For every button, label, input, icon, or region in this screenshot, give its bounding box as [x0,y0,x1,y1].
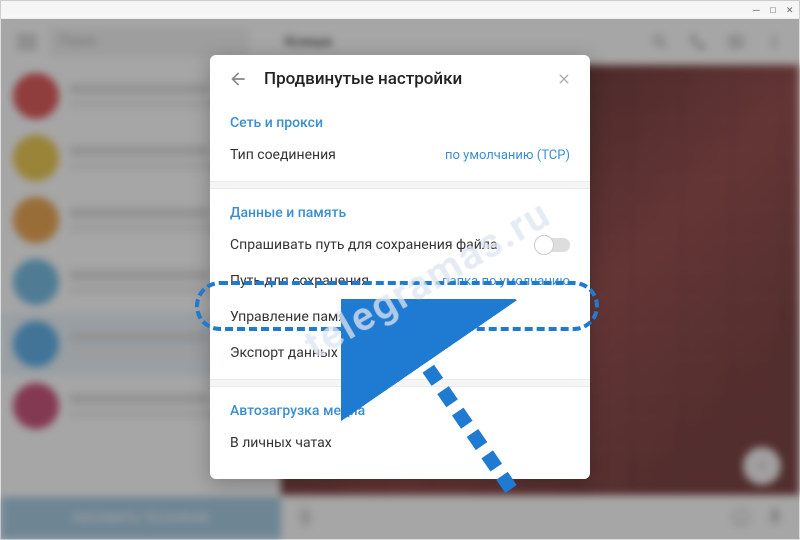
save-path-value: папка по умолчанию [442,274,570,289]
private-chats-label: В личных чатах [230,435,570,451]
ask-path-label: Спрашивать путь для сохранения файла [230,237,536,253]
window-close-button[interactable]: ✕ [786,3,793,16]
save-path-label: Путь для сохранения [230,273,442,289]
app-window: — ☐ ✕ Поиск Ксюша [0,0,800,540]
window-titlebar: — ☐ ✕ [1,1,799,19]
export-label: Экспорт данных из Telegram [230,345,570,361]
section-autoload-header: Автозагрузка медиа [210,395,590,425]
modal-overlay: Продвинутые настройки Сеть и прокси Тип … [1,19,799,539]
window-maximize-button[interactable]: ☐ [770,3,777,16]
connection-type-label: Тип соединения [230,147,445,163]
close-icon[interactable] [556,71,572,87]
ask-path-row[interactable]: Спрашивать путь для сохранения файла [210,227,590,263]
memory-mgmt-row[interactable]: Управление памятью устройства [210,299,590,335]
back-icon[interactable] [228,69,248,89]
memory-mgmt-label: Управление памятью устройства [230,309,570,325]
settings-modal: Продвинутые настройки Сеть и прокси Тип … [210,55,590,479]
modal-title: Продвинутые настройки [264,69,540,89]
connection-type-row[interactable]: Тип соединения по умолчанию (TCP) [210,137,590,173]
section-data-header: Данные и память [210,197,590,227]
connection-type-value: по умолчанию (TCP) [445,148,570,163]
section-network-header: Сеть и прокси [210,107,590,137]
ask-path-toggle[interactable] [536,238,570,252]
private-chats-row[interactable]: В личных чатах [210,425,590,461]
export-row[interactable]: Экспорт данных из Telegram [210,335,590,371]
save-path-row[interactable]: Путь для сохранения папка по умолчанию [210,263,590,299]
window-minimize-button[interactable]: — [753,3,760,16]
